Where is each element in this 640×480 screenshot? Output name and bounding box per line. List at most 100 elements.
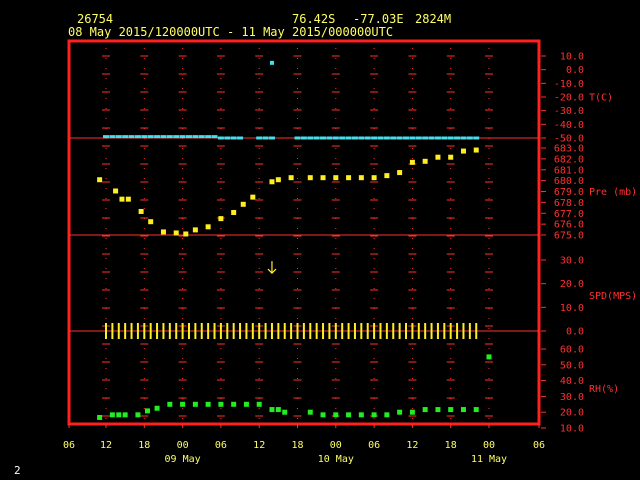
temperature-point <box>320 136 327 140</box>
pressure-point <box>97 177 103 183</box>
x-tick-label: 18 <box>138 440 150 451</box>
humidity-point <box>192 401 198 407</box>
x-tick-label: 12 <box>406 440 418 451</box>
y-tick-label-pressure: 676.0 <box>554 220 584 231</box>
pressure-point <box>250 194 256 200</box>
humidity-point <box>307 409 313 415</box>
y-tick-label-temperature: 0.0 <box>566 65 584 76</box>
humidity-point <box>231 401 237 407</box>
temperature-point <box>262 136 269 140</box>
humidity-point <box>282 409 288 415</box>
humidity-point <box>154 405 160 411</box>
x-tick-label: 06 <box>215 440 227 451</box>
x-tick-label: 00 <box>177 440 189 451</box>
x-tick-label: 00 <box>483 440 495 451</box>
temperature-point <box>396 136 403 140</box>
temperature-point <box>160 135 167 139</box>
pressure-point <box>371 175 377 181</box>
humidity-point <box>218 401 224 407</box>
temperature-point <box>179 135 186 139</box>
y-tick-label-humidity: 50.0 <box>560 360 584 371</box>
humidity-point <box>409 409 415 415</box>
x-date-label: 10 May <box>318 454 354 465</box>
temperature-point <box>217 136 224 140</box>
temperature-point <box>128 135 135 139</box>
y-tick-label-temperature: -20.0 <box>554 93 584 104</box>
pressure-point <box>288 175 294 181</box>
humidity-point <box>167 401 173 407</box>
y-tick-label-pressure: 682.0 <box>554 154 584 165</box>
page-number: 2 <box>14 464 21 477</box>
temperature-point <box>339 136 346 140</box>
temperature-point <box>415 136 422 140</box>
pressure-point <box>269 179 275 185</box>
y-tick-label-humidity: 10.0 <box>560 424 584 435</box>
temperature-point <box>409 136 416 140</box>
pressure-point <box>346 175 352 181</box>
humidity-point <box>384 412 390 418</box>
x-tick-label: 06 <box>533 440 545 451</box>
pressure-point <box>113 188 119 194</box>
temperature-point <box>166 135 173 139</box>
y-tick-label-temperature: -30.0 <box>554 106 584 117</box>
temperature-point <box>122 135 129 139</box>
pressure-point <box>422 158 428 164</box>
pressure-point <box>307 175 313 181</box>
y-tick-label-temperature: -40.0 <box>554 120 584 131</box>
humidity-point <box>97 414 103 420</box>
temperature-point <box>454 136 461 140</box>
temperature-point <box>185 135 192 139</box>
temperature-point <box>460 136 467 140</box>
x-tick-label: 06 <box>368 440 380 451</box>
pressure-point <box>231 209 237 215</box>
pressure-point <box>125 196 131 202</box>
humidity-point <box>473 407 479 413</box>
pressure-point <box>358 175 364 181</box>
pressure-point <box>333 175 339 181</box>
temperature-point <box>192 135 199 139</box>
y-tick-label-pressure: 679.0 <box>554 187 584 198</box>
temperature-point <box>434 136 441 140</box>
pressure-point <box>409 159 415 165</box>
y-tick-label-wind: 10.0 <box>560 303 584 314</box>
temperature-point <box>422 136 429 140</box>
pressure-point <box>205 224 211 230</box>
temperature-point <box>371 136 378 140</box>
humidity-point <box>180 401 186 407</box>
humidity-point <box>422 407 428 413</box>
y-axis-label-wind: SPD(MPS) <box>589 291 637 302</box>
humidity-point <box>116 412 122 418</box>
y-tick-label-wind: 0.0 <box>566 327 584 338</box>
temperature-point <box>154 135 161 139</box>
temperature-point <box>473 136 480 140</box>
temperature-point <box>383 136 390 140</box>
temperature-point <box>307 136 314 140</box>
temperature-point <box>351 136 358 140</box>
y-tick-label-humidity: 40.0 <box>560 376 584 387</box>
temperature-point <box>294 136 301 140</box>
y-axis-label-temperature: T(C) <box>589 93 613 104</box>
pressure-point <box>119 196 125 202</box>
y-tick-label-humidity: 30.0 <box>560 392 584 403</box>
temperature-point <box>134 135 141 139</box>
humidity-point <box>256 401 262 407</box>
meteogram-chart: 10.00.0-10.0-20.0-30.0-40.0-50.0T(C)683.… <box>63 39 637 465</box>
plot-frame <box>67 39 541 426</box>
temperature-point <box>173 135 180 139</box>
pressure-point <box>473 147 479 153</box>
y-tick-label-pressure: 677.0 <box>554 209 584 220</box>
temperature-point <box>377 136 384 140</box>
humidity-point <box>346 412 352 418</box>
temperature-point <box>326 136 333 140</box>
y-tick-label-temperature: -10.0 <box>554 79 584 90</box>
pressure-point <box>275 177 281 183</box>
temperature-point <box>300 136 307 140</box>
humidity-point <box>122 412 128 418</box>
pressure-point <box>218 216 224 222</box>
humidity-point <box>371 412 377 418</box>
temperature-point <box>205 135 212 139</box>
x-tick-label: 18 <box>291 440 303 451</box>
humidity-point <box>435 407 441 413</box>
pressure-point <box>384 173 390 179</box>
pressure-point <box>397 170 403 176</box>
